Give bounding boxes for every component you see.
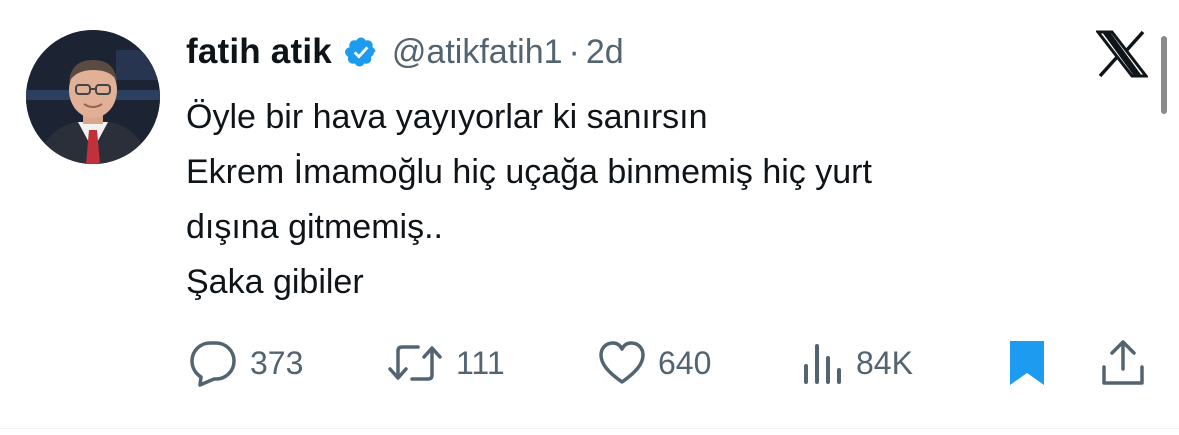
reply-icon	[188, 339, 238, 387]
separator-dot: ·	[568, 32, 580, 71]
tweet-card[interactable]: fatih atik @atikfatih1 · 2d Öyle bir hav…	[0, 0, 1179, 435]
retweet-count: 111	[456, 344, 505, 381]
tweet-header: fatih atik @atikfatih1 · 2d	[186, 28, 624, 76]
scrollbar[interactable]	[1161, 36, 1167, 114]
divider	[0, 428, 1179, 429]
tweet-text: Öyle bir hava yayıyorlar ki sanırsın Ekr…	[186, 90, 1116, 310]
reply-count: 373	[250, 344, 304, 381]
author-handle[interactable]: @atikfatih1	[392, 33, 563, 72]
verified-badge-icon	[344, 35, 378, 69]
heart-icon	[598, 340, 646, 386]
timestamp[interactable]: 2d	[586, 33, 624, 72]
tweet-text-line: Öyle bir hava yayıyorlar ki sanırsın	[186, 98, 708, 136]
retweet-button[interactable]: 111	[386, 338, 505, 388]
bookmark-icon	[1008, 339, 1046, 387]
x-logo-icon[interactable]	[1094, 30, 1150, 78]
tweet-text-line: Ekrem İmamoğlu hiç uçağa binmemiş hiç yu…	[186, 153, 872, 191]
share-button[interactable]	[1100, 338, 1146, 388]
views-button[interactable]: 84K	[800, 338, 913, 388]
share-icon	[1100, 339, 1146, 387]
tweet-text-line: dışına gitmemiş..	[186, 208, 443, 246]
avatar[interactable]	[26, 30, 160, 164]
author-display-name[interactable]: fatih atik	[186, 32, 332, 72]
views-count: 84K	[856, 344, 913, 381]
views-bar-chart-icon	[800, 340, 844, 386]
bookmark-button[interactable]	[1008, 338, 1046, 388]
reply-button[interactable]: 373	[188, 338, 303, 388]
like-button[interactable]: 640	[598, 338, 711, 388]
like-count: 640	[658, 344, 712, 381]
retweet-icon	[386, 339, 444, 387]
tweet-text-line: Şaka gibiler	[186, 263, 364, 301]
